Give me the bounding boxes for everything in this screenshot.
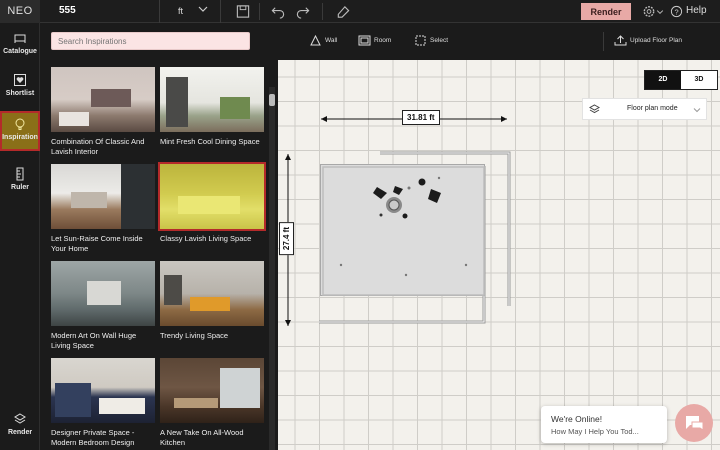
inspiration-image — [51, 67, 155, 132]
rail-item-inspiration[interactable]: Inspiration — [0, 111, 40, 151]
eraser-icon[interactable] — [335, 4, 351, 19]
upload-icon — [614, 35, 627, 46]
chat-bubble-icon — [686, 416, 704, 431]
wall-tool-button[interactable]: Wall — [309, 35, 337, 46]
rail-label: Catalogue — [3, 48, 37, 55]
card-title: Let Sun-Raise Come Inside Your Home — [51, 234, 143, 253]
inspiration-card[interactable]: Trendy Living Space — [160, 261, 264, 341]
card-title: Trendy Living Space — [160, 331, 229, 340]
rail-label: Shortlist — [5, 90, 35, 97]
inspiration-card[interactable]: Combination Of Classic And Lavish Interi… — [51, 67, 155, 157]
heart-icon — [14, 74, 26, 86]
rail-label: Inspiration — [2, 134, 38, 141]
select-label: Select — [430, 37, 449, 45]
inspiration-card[interactable]: A New Take On All-Wood Kitchen — [160, 358, 264, 448]
floor-plan-canvas[interactable]: 2D 3D Floor plan mode 31.81 ft 27.4 ft — [278, 60, 720, 450]
rail-item-render[interactable]: Render — [0, 408, 40, 448]
divider — [322, 3, 323, 20]
chevron-down-icon[interactable] — [656, 4, 664, 19]
chevron-down-icon — [198, 6, 208, 12]
select-tool-button[interactable]: Select — [414, 35, 448, 46]
inspiration-image — [158, 162, 266, 231]
floor-plan-mode-select[interactable]: Floor plan mode — [582, 98, 707, 120]
rail-label: Render — [7, 429, 33, 436]
rail-item-shortlist[interactable]: Shortlist — [0, 69, 40, 109]
room-icon — [358, 35, 371, 46]
render-button[interactable]: Render — [581, 3, 631, 20]
selection-overlay — [160, 164, 264, 229]
height-dimension-label: 27.4 ft — [279, 222, 294, 256]
render-icon — [14, 413, 26, 424]
project-name[interactable]: 555 — [59, 5, 76, 16]
rail-item-catalogue[interactable]: Catalogue — [0, 27, 40, 67]
upload-floor-plan-button[interactable]: Upload Floor Plan — [614, 35, 682, 46]
room-floor[interactable] — [320, 164, 485, 296]
room-label: Room — [374, 37, 392, 45]
wall-icon — [310, 35, 321, 46]
card-title: Combination Of Classic And Lavish Interi… — [51, 137, 145, 156]
chat-status: We're Online! — [551, 414, 603, 424]
help-link[interactable]: Help — [686, 5, 707, 16]
view-2d-button[interactable]: 2D — [645, 71, 681, 89]
inspiration-card[interactable]: Designer Private Space - Modern Bedroom … — [51, 358, 155, 448]
chevron-down-icon — [693, 108, 701, 113]
card-title: Mint Fresh Cool Dining Space — [160, 137, 260, 146]
inspiration-image — [160, 67, 264, 132]
sofa-icon — [14, 34, 26, 43]
chat-button[interactable] — [675, 404, 713, 442]
card-title: Designer Private Space - Modern Bedroom … — [51, 428, 135, 447]
inspiration-image — [51, 164, 155, 229]
layers-icon — [589, 104, 600, 114]
card-title: Classy Lavish Living Space — [160, 234, 252, 243]
floor-plan-mode-label: Floor plan mode — [627, 105, 678, 112]
room-tool-button[interactable]: Room — [358, 35, 391, 46]
inspiration-image — [160, 261, 264, 326]
help-icon[interactable]: ? — [670, 4, 683, 19]
rail-label: Ruler — [11, 184, 29, 191]
inspiration-card[interactable]: Modern Art On Wall Huge Living Space — [51, 261, 155, 351]
card-title: Modern Art On Wall Huge Living Space — [51, 331, 137, 350]
unit-select[interactable]: ft — [159, 0, 221, 23]
rail-item-ruler[interactable]: Ruler — [0, 163, 40, 203]
wall-label: Wall — [325, 37, 338, 45]
canvas-toolbar: Wall Room Select Upload Floor Plan — [278, 23, 720, 60]
inspiration-card-selected[interactable]: Classy Lavish Living Space — [158, 162, 266, 244]
card-title: A New Take On All-Wood Kitchen — [160, 428, 244, 447]
upload-label: Upload Floor Plan — [630, 37, 683, 45]
divider — [603, 32, 604, 51]
width-dimension-label: 31.81 ft — [402, 110, 440, 125]
bulb-icon — [15, 118, 25, 130]
scroll-thumb[interactable] — [269, 94, 275, 106]
unit-value: ft — [178, 6, 184, 16]
top-bar: NEO 555 ft Render ? Help — [0, 0, 720, 23]
divider — [259, 3, 260, 20]
app-logo[interactable]: NEO — [0, 0, 40, 23]
inspiration-card[interactable]: Let Sun-Raise Come Inside Your Home — [51, 164, 155, 254]
select-icon — [415, 35, 426, 46]
save-icon[interactable] — [235, 4, 251, 19]
settings-icon[interactable] — [641, 4, 657, 19]
chat-widget[interactable]: We're Online! How May I Help You Tod... — [541, 406, 667, 443]
svg-text:?: ? — [674, 7, 678, 16]
redo-icon[interactable] — [295, 4, 311, 19]
inspiration-panel: Combination Of Classic And Lavish Interi… — [40, 23, 278, 450]
ruler-icon — [16, 167, 24, 181]
view-3d-button[interactable]: 3D — [681, 71, 717, 89]
search-input[interactable] — [51, 32, 250, 50]
inspiration-card[interactable]: Mint Fresh Cool Dining Space — [160, 67, 264, 147]
inspiration-image — [51, 358, 155, 423]
furniture-layout — [322, 166, 485, 296]
view-mode-toggle[interactable]: 2D 3D — [644, 70, 718, 90]
inspiration-image — [51, 261, 155, 326]
scrollbar[interactable] — [269, 87, 275, 450]
chat-prompt: How May I Help You Tod... — [551, 427, 639, 436]
left-rail: Catalogue Shortlist Inspiration Ruler Re… — [0, 23, 40, 450]
undo-icon[interactable] — [270, 4, 286, 19]
inspiration-image — [160, 358, 264, 423]
